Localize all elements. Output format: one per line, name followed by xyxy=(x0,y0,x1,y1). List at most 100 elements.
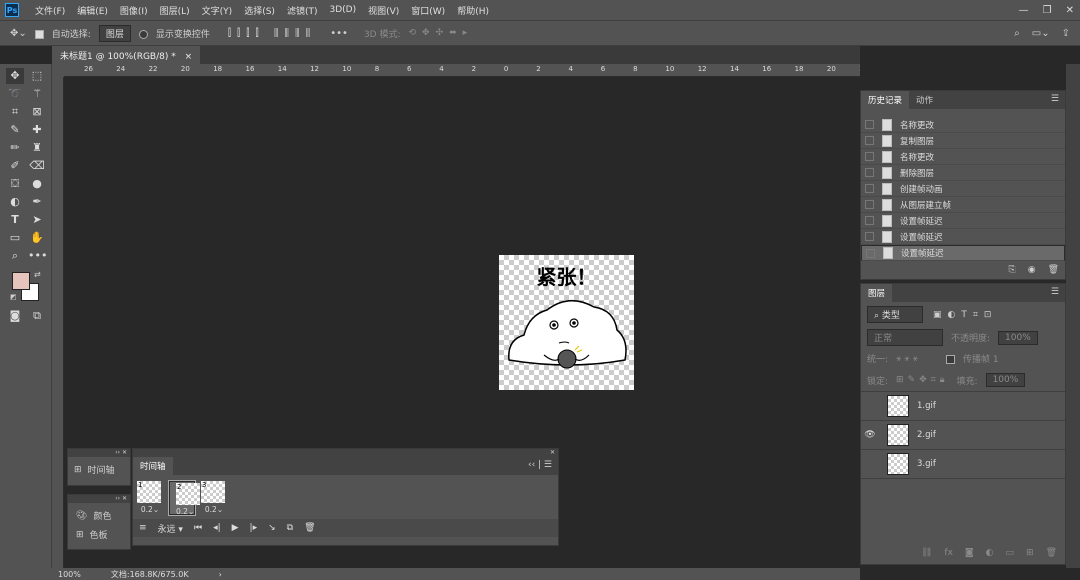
quick-mask-icon[interactable]: ◙ xyxy=(6,308,24,324)
history-item[interactable]: 删除图层 xyxy=(861,165,1065,181)
screen-mode-icon[interactable]: ⧉ xyxy=(28,308,46,324)
menu-file[interactable]: 文件(F) xyxy=(29,4,71,17)
history-item[interactable]: 名称更改 xyxy=(861,117,1065,133)
new-group-icon[interactable]: ▭ xyxy=(1006,548,1015,558)
history-item[interactable]: 创建帧动画 xyxy=(861,181,1065,197)
first-frame-icon[interactable]: ⏮ xyxy=(194,523,202,533)
menu-select[interactable]: 选择(S) xyxy=(238,4,281,17)
fx-icon[interactable]: fx xyxy=(944,548,953,558)
lock-icons[interactable]: ⊞✎✥⌗🔒︎ xyxy=(896,375,948,385)
shape-icon[interactable]: ▭ xyxy=(6,230,24,246)
move-tool-icon[interactable]: ✥⌄ xyxy=(10,28,27,39)
type-icon[interactable]: T xyxy=(6,212,24,228)
zoom-level[interactable]: 100% xyxy=(58,570,81,579)
layer-filter-dropdown[interactable]: ⌕ 类型 xyxy=(867,306,923,323)
menu-edit[interactable]: 编辑(E) xyxy=(71,4,114,17)
restore-icon[interactable]: ❐ xyxy=(1043,5,1052,16)
loop-dropdown[interactable]: 永远 ▾ xyxy=(158,522,183,535)
eye-icon[interactable]: 👁︎ xyxy=(861,430,879,440)
menu-layer[interactable]: 图层(L) xyxy=(154,4,196,17)
swap-colors-icon[interactable]: ⇄ xyxy=(34,270,41,279)
search-icon[interactable]: ⌕ xyxy=(1014,28,1020,39)
duplicate-frame-icon[interactable]: ⧉ xyxy=(287,523,293,533)
link-layers-icon[interactable]: ⛓︎ xyxy=(921,548,932,558)
timeline-icon[interactable]: ⊞ xyxy=(74,465,82,475)
3d-mode-icons[interactable]: ⟲✥✣⬌▸ xyxy=(409,28,474,38)
convert-timeline-icon[interactable]: ≡ xyxy=(139,523,147,533)
tab-history[interactable]: 历史记录 xyxy=(861,91,910,109)
lasso-icon[interactable]: ➰ xyxy=(6,86,24,102)
history-item[interactable]: 设置帧延迟 xyxy=(861,213,1065,229)
crop-icon[interactable]: ⌗ xyxy=(6,104,24,120)
show-transform-checkbox[interactable] xyxy=(138,29,148,39)
new-document-from-state-icon[interactable]: ⎘ xyxy=(1009,265,1016,275)
animation-frame[interactable]: 3 0.2⌄ xyxy=(201,481,227,515)
path-select-icon[interactable]: ➤ xyxy=(28,212,46,228)
menu-window[interactable]: 窗口(W) xyxy=(405,4,451,17)
timeline-panel-menu-icon[interactable]: ‹‹ | ☰ xyxy=(522,457,558,475)
opacity-input[interactable]: 100% xyxy=(998,330,1038,345)
animation-frame[interactable]: 2 0.2⌄ xyxy=(168,480,200,516)
more-tools-icon[interactable]: ••• xyxy=(28,248,47,264)
swatches-icon[interactable]: ⊞ xyxy=(76,530,84,540)
hand-icon[interactable]: ✋ xyxy=(28,230,46,246)
pen-icon[interactable]: ✒ xyxy=(28,194,46,210)
auto-select-target-dropdown[interactable]: 图层 xyxy=(98,24,131,42)
history-item[interactable]: 名称更改 xyxy=(861,149,1065,165)
fill-input[interactable]: 100% xyxy=(985,373,1026,387)
frame-delay[interactable]: 0.2 xyxy=(176,507,188,516)
delete-layer-icon[interactable]: 🗑︎ xyxy=(1046,548,1057,558)
menu-type[interactable]: 文字(Y) xyxy=(196,4,239,17)
close-tab-icon[interactable]: × xyxy=(185,52,193,62)
frame-delay[interactable]: 0.2 xyxy=(141,505,153,514)
history-item[interactable]: 设置帧延迟 xyxy=(861,245,1065,261)
healing-icon[interactable]: ✚ xyxy=(28,122,46,138)
menu-3d[interactable]: 3D(D) xyxy=(323,5,362,15)
history-item[interactable]: 设置帧延迟 xyxy=(861,229,1065,245)
menu-filter[interactable]: 滤镜(T) xyxy=(281,4,324,17)
layer-name[interactable]: 1.gif xyxy=(917,401,936,411)
animation-frame[interactable]: 1 0.2⌄ xyxy=(137,481,163,515)
close-icon[interactable]: ✕ xyxy=(1066,5,1074,16)
align-icons[interactable]: ⫿⫿⫿⫿ ⫼⫼⫼⫼ xyxy=(228,28,316,39)
delete-frame-icon[interactable]: 🗑︎ xyxy=(304,523,315,533)
adjustment-layer-icon[interactable]: ◐ xyxy=(986,548,994,558)
document-canvas[interactable]: 紧张！ xyxy=(499,255,634,390)
color-dock-label[interactable]: 颜色 xyxy=(93,509,111,522)
share-icon[interactable]: ⇪ xyxy=(1062,28,1070,39)
foreground-color-swatch[interactable] xyxy=(12,272,30,290)
frame-icon[interactable]: ⊠ xyxy=(28,104,46,120)
history-brush-icon[interactable]: ✐ xyxy=(6,158,24,174)
propagate-checkbox[interactable] xyxy=(945,355,955,364)
layers-menu-icon[interactable]: ☰ xyxy=(1045,284,1065,302)
snapshot-icon[interactable]: ◉ xyxy=(1028,265,1036,275)
menu-view[interactable]: 视图(V) xyxy=(362,4,405,17)
layer-name[interactable]: 3.gif xyxy=(917,459,936,469)
new-layer-icon[interactable]: ⊞ xyxy=(1026,548,1034,558)
frame-delay[interactable]: 0.2 xyxy=(205,505,217,514)
blur-icon[interactable]: ● xyxy=(28,176,46,192)
minimize-icon[interactable]: — xyxy=(1019,5,1029,16)
layer-row[interactable]: 👁︎ 2.gif xyxy=(861,421,1065,450)
timeline-dock-label[interactable]: 时间轴 xyxy=(88,463,115,476)
layer-name[interactable]: 2.gif xyxy=(917,430,936,440)
magic-wand-icon[interactable]: ⚚ xyxy=(28,86,46,102)
default-colors-icon[interactable]: ◩ xyxy=(10,293,17,301)
previous-frame-icon[interactable]: ◂| xyxy=(213,523,221,533)
menu-image[interactable]: 图像(I) xyxy=(114,4,154,17)
tween-icon[interactable]: ↘ xyxy=(268,523,276,533)
brush-icon[interactable]: ✏ xyxy=(6,140,24,156)
stamp-icon[interactable]: ♜ xyxy=(28,140,46,156)
history-item[interactable]: 复制图层 xyxy=(861,133,1065,149)
history-menu-icon[interactable]: ☰ xyxy=(1045,91,1065,109)
blend-mode-dropdown[interactable]: 正常 xyxy=(867,329,943,346)
layer-row[interactable]: 3.gif xyxy=(861,450,1065,479)
eraser-icon[interactable]: ⌫ xyxy=(28,158,46,174)
more-options-icon[interactable]: ••• xyxy=(330,28,348,39)
marquee-icon[interactable]: ⬚ xyxy=(28,68,46,84)
play-icon[interactable]: ▶ xyxy=(232,523,239,533)
move-icon[interactable]: ✥ xyxy=(6,68,24,84)
color-icon[interactable]: 🎨︎ xyxy=(76,511,87,521)
document-tab[interactable]: 未标题1 @ 100%(RGB/8) * × xyxy=(52,46,201,64)
swatches-dock-label[interactable]: 色板 xyxy=(90,528,108,541)
